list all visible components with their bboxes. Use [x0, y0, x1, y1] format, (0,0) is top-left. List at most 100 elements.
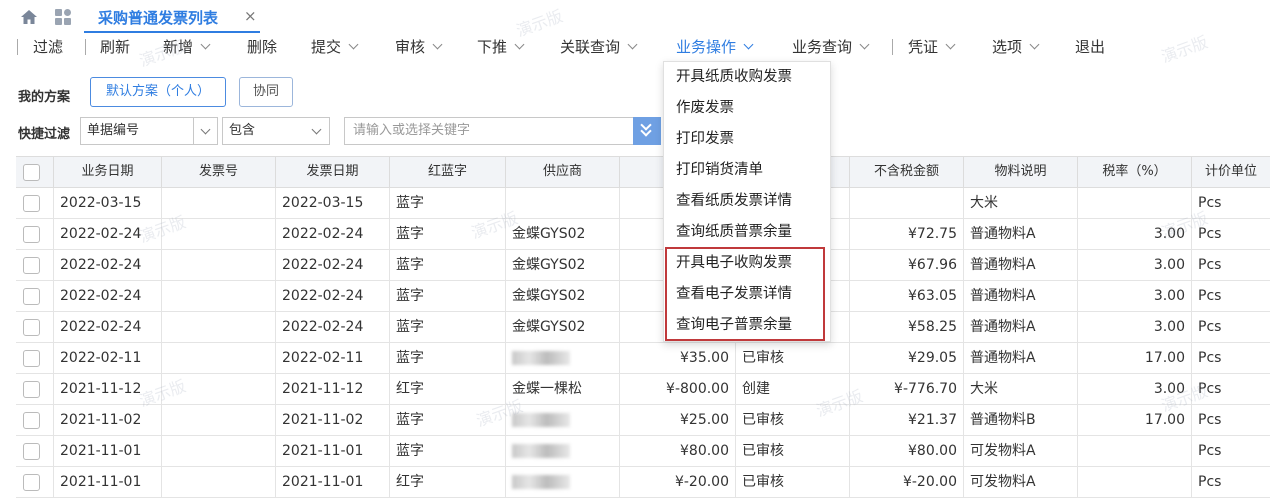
submit-button[interactable]: 提交 — [311, 36, 359, 58]
toolbar-divider — [85, 39, 86, 55]
cell-supplier — [506, 188, 620, 218]
audit-button[interactable]: 审核 — [395, 36, 443, 58]
default-scheme-button[interactable]: 默认方案（个人） — [90, 77, 226, 107]
header-material-desc[interactable]: 物料说明 — [964, 157, 1078, 187]
cell-invoice-no — [162, 343, 276, 373]
exit-button[interactable]: 退出 — [1075, 36, 1105, 58]
row-checkbox[interactable] — [23, 288, 40, 305]
header-invoice-no[interactable]: 发票号 — [162, 157, 276, 187]
row-checkbox[interactable] — [23, 381, 40, 398]
cell-pricing-unit: Pcs — [1198, 226, 1222, 242]
menu-item-issue-paper-purchase-invoice[interactable]: 开具纸质收购发票 — [664, 62, 830, 93]
business-query-button[interactable]: 业务查询 — [792, 36, 870, 58]
filter-operator-select[interactable]: 包含 — [222, 117, 330, 145]
row-checkbox[interactable] — [23, 350, 40, 367]
row-checkbox[interactable] — [23, 226, 40, 243]
table-row[interactable]: 2021-11-01 2021-11-01 红字 ¥-20.00 已审核 ¥-20.00 可… — [16, 467, 1270, 498]
cell-invoice-no — [162, 374, 276, 404]
menu-item-print-sales-list[interactable]: 打印销货清单 — [664, 155, 830, 186]
voucher-button[interactable]: 凭证 — [908, 36, 956, 58]
table-row[interactable]: 2021-11-02 2021-11-02 蓝字 ¥25.00 已审核 ¥21.37 普通物… — [16, 405, 1270, 436]
menu-item-view-paper-invoice-detail[interactable]: 查看纸质发票详情 — [664, 186, 830, 217]
filter-field-select[interactable]: 单据编号 — [80, 117, 218, 145]
app-grid-icon[interactable] — [54, 8, 72, 26]
cell-material-desc: 普通物料A — [964, 343, 1078, 373]
table-row[interactable]: 2022-02-24 2022-02-24 蓝字 金蝶GYS02 ¥63.05 普通物料A… — [16, 281, 1270, 312]
options-button[interactable]: 选项 — [992, 36, 1040, 58]
cell-invoice-date: 2022-03-15 — [276, 188, 390, 218]
cell-amount-excl-tax: ¥-20.00 — [850, 467, 964, 497]
related-query-button[interactable]: 关联查询 — [560, 36, 638, 58]
expand-filter-button[interactable] — [633, 117, 661, 145]
push-down-button[interactable]: 下推 — [477, 36, 525, 58]
row-checkbox-cell — [16, 467, 54, 497]
cell-tax-rate: 3.00 — [1078, 250, 1192, 280]
cell-invoice-no — [162, 467, 276, 497]
cell-supplier — [506, 436, 620, 466]
toolbar-divider — [892, 39, 893, 55]
row-checkbox[interactable] — [23, 319, 40, 336]
header-amount-excl-tax[interactable]: 不含税金额 — [850, 157, 964, 187]
table-row[interactable]: 2021-11-12 2021-11-12 红字 金蝶一棵松 ¥-800.00 创建 ¥-7… — [16, 374, 1270, 405]
filter-field-value: 单据编号 — [87, 123, 140, 138]
tab-purchase-invoice-list[interactable]: 采购普通发票列表 × — [84, 0, 260, 33]
row-checkbox[interactable] — [23, 257, 40, 274]
table-row[interactable]: 2021-11-01 2021-11-01 蓝字 ¥80.00 已审核 ¥80.00 可发物… — [16, 436, 1270, 467]
cell-material-desc: 可发物料A — [964, 436, 1078, 466]
push-down-button-label: 下推 — [477, 38, 508, 56]
cell-amount-excl-tax: ¥29.05 — [850, 343, 964, 373]
delete-button[interactable]: 删除 — [247, 36, 277, 58]
cell-tax-rate: 3.00 — [1078, 312, 1192, 342]
business-operation-button-label: 业务操作 — [676, 38, 737, 56]
chevron-down-icon — [743, 39, 754, 50]
table-row[interactable]: 2022-02-11 2022-02-11 蓝字 ¥35.00 已审核 ¥29.05 普通物… — [16, 343, 1270, 374]
table-row[interactable]: 2022-02-24 2022-02-24 蓝字 金蝶GYS02 ¥58.25 普通物料A… — [16, 312, 1270, 343]
cell-biz-date: 2022-02-24 — [54, 250, 162, 280]
header-pricing-unit[interactable]: 计价单位 — [1192, 157, 1270, 187]
row-checkbox[interactable] — [23, 195, 40, 212]
row-checkbox-cell — [16, 405, 54, 435]
cell-material-desc: 可发物料A — [964, 467, 1078, 497]
cell-supplier: 金蝶GYS02 — [506, 281, 620, 311]
menu-item-void-invoice[interactable]: 作废发票 — [664, 93, 830, 124]
cell-biz-date: 2021-11-01 — [54, 467, 162, 497]
home-icon[interactable] — [20, 8, 38, 26]
header-biz-date[interactable]: 业务日期 — [54, 157, 162, 187]
refresh-button[interactable]: 刷新 — [100, 36, 130, 58]
chevron-down-icon — [1029, 39, 1040, 50]
business-operation-button[interactable]: 业务操作 — [676, 36, 754, 58]
cell-tax-rate — [1078, 188, 1192, 218]
row-checkbox-cell — [16, 219, 54, 249]
table-row[interactable]: 2022-02-24 2022-02-24 蓝字 金蝶GYS02 ¥67.96 普通物料A… — [16, 250, 1270, 281]
filter-keyword-input[interactable]: 请输入或选择关键字 — [344, 117, 634, 145]
filter-button[interactable]: 过滤 — [33, 36, 63, 58]
header-red-blue[interactable]: 红蓝字 — [390, 157, 506, 187]
cell-biz-date: 2022-02-24 — [54, 312, 162, 342]
table-row[interactable]: 2022-03-15 2022-03-15 蓝字 大米 Pcs — [16, 188, 1270, 219]
scheme-label: 我的方案 — [18, 90, 71, 105]
cell-amount-excl-tax: ¥-776.70 — [850, 374, 964, 404]
close-icon[interactable]: × — [244, 7, 257, 25]
cell-red-blue: 蓝字 — [390, 219, 506, 249]
row-checkbox[interactable] — [23, 474, 40, 491]
cell-red-blue: 蓝字 — [390, 343, 506, 373]
highlight-box — [665, 247, 825, 341]
row-checkbox[interactable] — [23, 412, 40, 429]
cell-invoice-no — [162, 312, 276, 342]
select-all-checkbox[interactable] — [23, 164, 40, 181]
header-invoice-date[interactable]: 发票日期 — [276, 157, 390, 187]
cell-material-desc: 普通物料A — [964, 219, 1078, 249]
row-checkbox[interactable] — [23, 443, 40, 460]
cell-status: 已审核 — [736, 436, 850, 466]
new-button[interactable]: 新增 — [163, 36, 211, 58]
cell-status: 已审核 — [736, 343, 850, 373]
cell-tax-rate: 3.00 — [1078, 219, 1192, 249]
table-row[interactable]: 2022-02-24 2022-02-24 蓝字 金蝶GYS02 ¥72.75 普通物料A… — [16, 219, 1270, 250]
header-supplier[interactable]: 供应商 — [506, 157, 620, 187]
cell-tax-rate — [1078, 467, 1192, 497]
menu-item-print-invoice[interactable]: 打印发票 — [664, 124, 830, 155]
cell-supplier — [506, 405, 620, 435]
header-tax-rate[interactable]: 税率（%） — [1078, 157, 1192, 187]
collab-scheme-button[interactable]: 协同 — [239, 77, 293, 107]
menu-item-query-paper-invoice-balance[interactable]: 查询纸质普票余量 — [664, 217, 830, 248]
